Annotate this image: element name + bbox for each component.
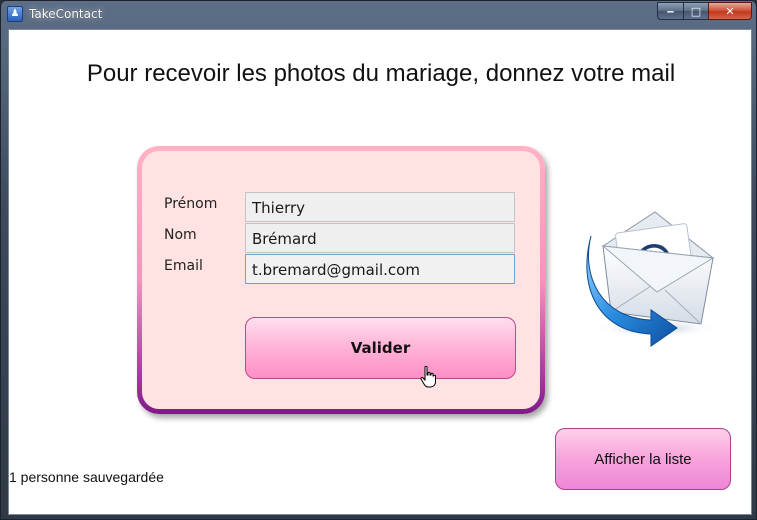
minimize-button[interactable]: ‒ xyxy=(657,2,683,20)
email-label: Email xyxy=(164,258,203,274)
lastname-label: Nom xyxy=(164,227,197,243)
close-button[interactable]: ✕ xyxy=(708,2,752,20)
client-area: Pour recevoir les photos du mariage, don… xyxy=(8,29,752,515)
app-icon[interactable]: ♟ xyxy=(7,6,23,22)
firstname-label: Prénom xyxy=(164,196,218,212)
status-text: 1 personne sauvegardée xyxy=(9,469,164,485)
maximize-button[interactable]: □ xyxy=(683,2,708,20)
maximize-icon: □ xyxy=(690,4,702,18)
minimize-icon: ‒ xyxy=(666,4,675,18)
show-list-button[interactable]: Afficher la liste xyxy=(555,428,731,490)
window-controls: ‒ □ ✕ xyxy=(657,2,752,20)
hand-cursor-icon xyxy=(420,366,436,388)
contact-form: Prénom Thierry Nom Brémard Email t.brema… xyxy=(142,151,540,409)
validate-button[interactable]: Valider xyxy=(245,317,516,379)
app-window: ♟ TakeContact ‒ □ ✕ Pour recevoir les ph… xyxy=(0,0,757,520)
lastname-field[interactable]: Brémard xyxy=(245,223,515,253)
firstname-field[interactable]: Thierry xyxy=(245,192,515,222)
window-title: TakeContact xyxy=(29,7,103,21)
page-title: Pour recevoir les photos du mariage, don… xyxy=(86,60,676,87)
title-bar[interactable]: ♟ TakeContact ‒ □ ✕ xyxy=(1,1,756,28)
contact-form-panel: Prénom Thierry Nom Brémard Email t.brema… xyxy=(137,146,545,414)
email-field[interactable]: t.bremard@gmail.com xyxy=(245,254,515,284)
email-envelope-icon: @ xyxy=(586,211,718,347)
close-icon: ✕ xyxy=(725,4,735,18)
